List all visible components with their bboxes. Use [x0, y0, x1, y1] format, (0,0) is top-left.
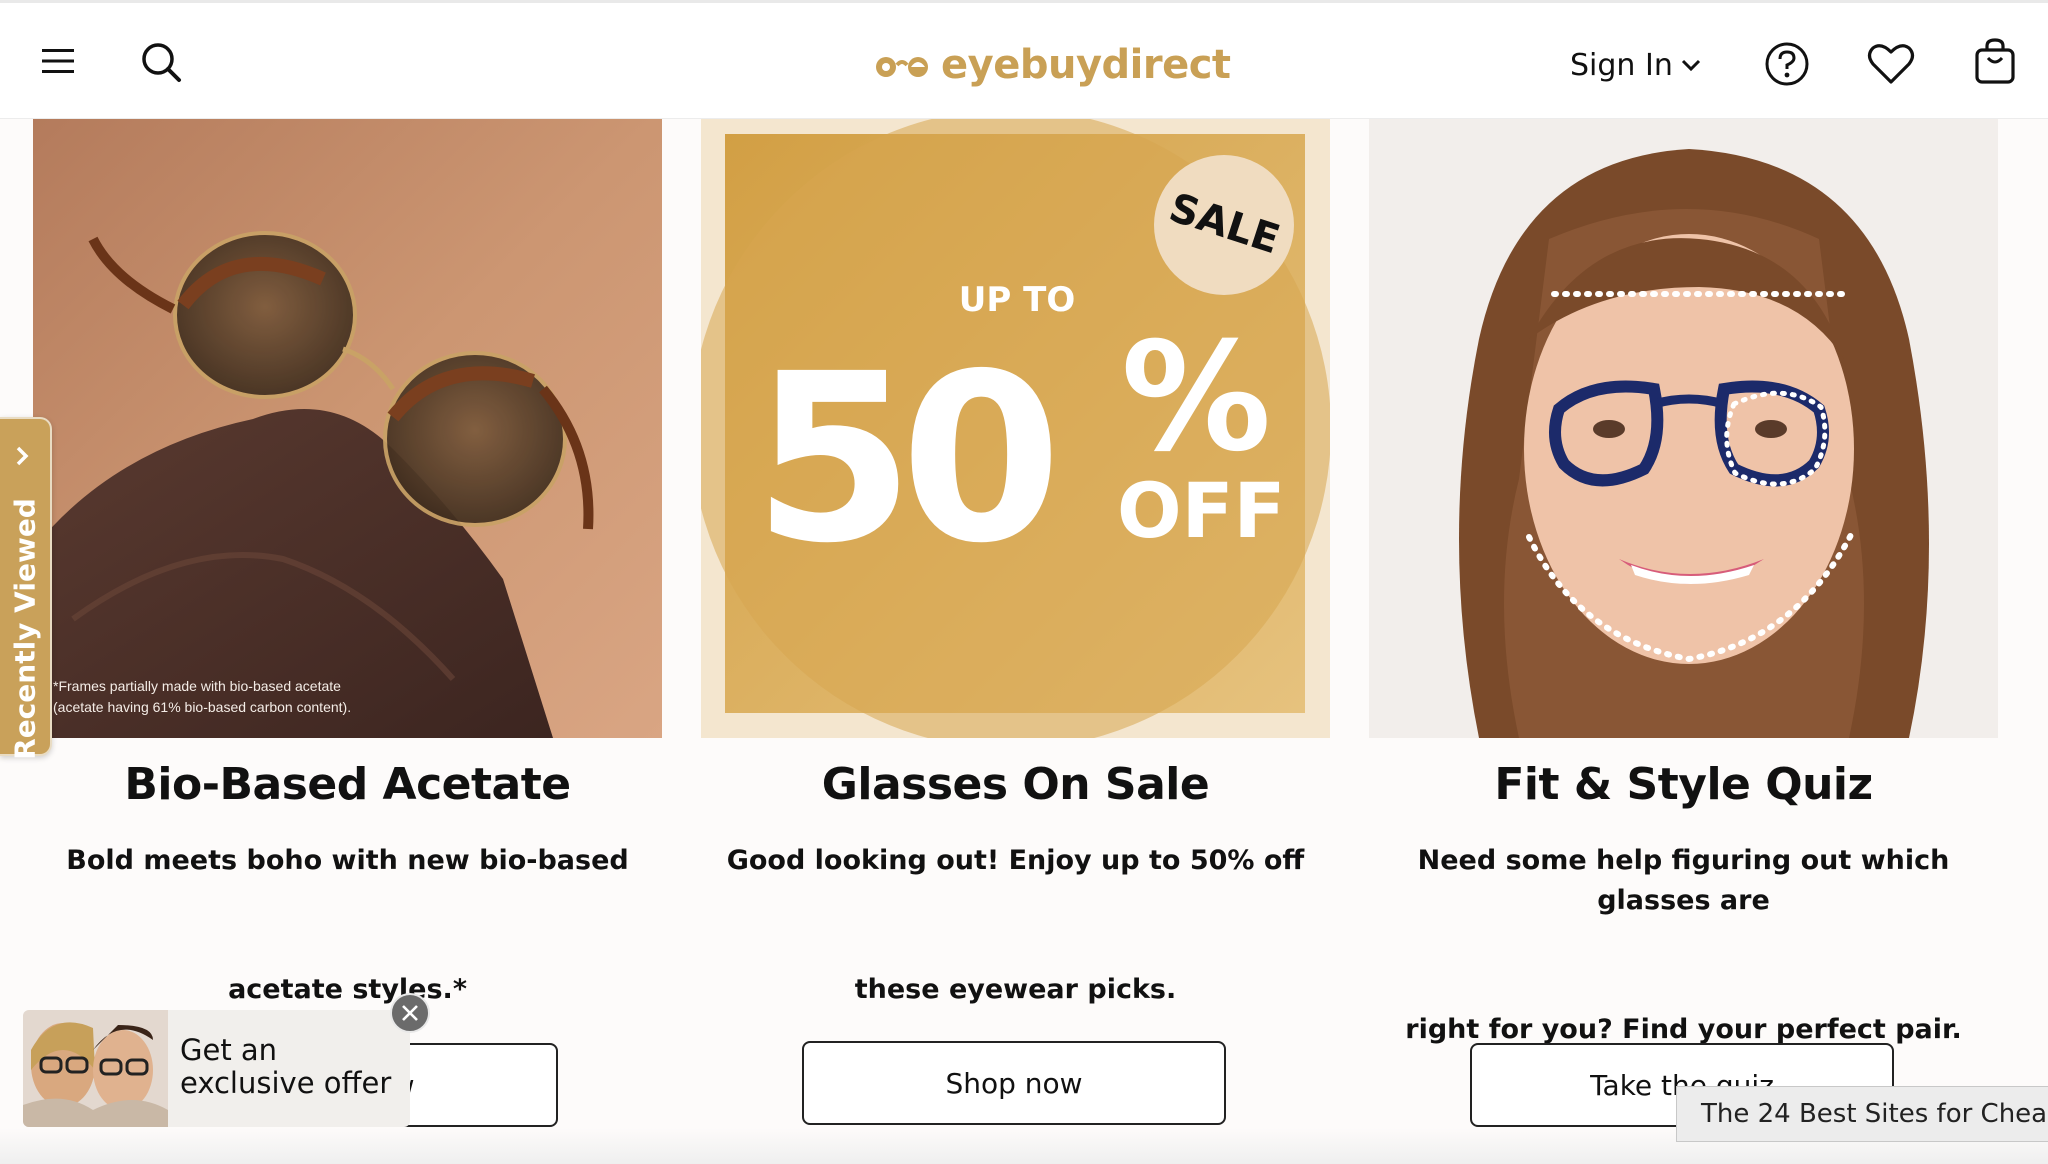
brand-name: eyebuydirect	[941, 42, 1231, 88]
search-icon[interactable]	[138, 39, 184, 85]
card-desc-line-2: these eyewear picks.	[854, 974, 1177, 1005]
bag-icon[interactable]	[1972, 37, 2018, 87]
quiz-model-image[interactable]	[1369, 119, 1998, 738]
glasses-logo-icon	[876, 57, 928, 77]
menu-icon[interactable]	[38, 41, 78, 81]
card-title: Glasses On Sale	[821, 759, 1210, 810]
shop-now-button-sale[interactable]: Shop now	[802, 1041, 1226, 1125]
promo-card-quiz: Fit & Style Quiz Need some help figuring…	[1369, 119, 1998, 1164]
brand-logo[interactable]: eyebuydirect	[873, 37, 1231, 93]
close-icon[interactable]	[390, 993, 430, 1033]
card-description: Bold meets boho with new bio-based aceta…	[33, 841, 662, 1010]
footnote-line-1: *Frames partially made with bio-based ac…	[53, 678, 341, 694]
card-title: Fit & Style Quiz	[1494, 759, 1873, 810]
heart-icon[interactable]	[1866, 41, 1916, 87]
bio-acetate-image[interactable]: *Frames partially made with bio-based ac…	[33, 119, 662, 738]
sign-in-button[interactable]: Sign In	[1570, 43, 1701, 87]
popup-photo	[23, 1010, 168, 1127]
promo-fifty: 50	[753, 324, 1051, 594]
promo-off: OFF	[1117, 466, 1285, 555]
exclusive-offer-popup[interactable]: Get an exclusive offer	[23, 993, 430, 1127]
card-desc-line-1: Need some help figuring out which glasse…	[1417, 845, 1950, 916]
recently-viewed-label: Recently Viewed	[8, 498, 42, 760]
card-description: Need some help figuring out which glasse…	[1369, 841, 1998, 1050]
promo-card-bio-acetate: *Frames partially made with bio-based ac…	[33, 119, 662, 1164]
recently-viewed-tab[interactable]: Recently Viewed	[0, 417, 52, 760]
sale-banner-image[interactable]: SALE UP TO 50 % OFF	[701, 119, 1330, 738]
card-desc-line-2: acetate styles.*	[228, 974, 467, 1005]
promo-percent: %	[1121, 311, 1271, 485]
promo-section: *Frames partially made with bio-based ac…	[0, 119, 2048, 1164]
chevron-right-icon	[16, 446, 29, 466]
card-description: Good looking out! Enjoy up to 50% off th…	[701, 841, 1330, 1010]
tab-tooltip: The 24 Best Sites for Cheap	[1676, 1086, 2048, 1142]
sign-in-label: Sign In	[1570, 47, 1673, 83]
site-header: eyebuydirect Sign In	[0, 3, 2048, 119]
promo-up-to: UP TO	[959, 280, 1075, 320]
help-icon[interactable]	[1762, 39, 1812, 89]
footnote-line-2: (acetate having 61% bio-based carbon con…	[53, 699, 351, 715]
promo-card-sale: SALE UP TO 50 % OFF Glasses On Sale Good…	[701, 119, 1330, 1164]
chevron-down-icon	[1681, 59, 1700, 72]
popup-offer-text: Get an exclusive offer	[180, 1033, 392, 1100]
card-desc-line-1: Good looking out! Enjoy up to 50% off	[726, 845, 1305, 876]
card-desc-line-1: Bold meets boho with new bio-based	[66, 845, 629, 876]
card-title: Bio-Based Acetate	[124, 759, 571, 810]
